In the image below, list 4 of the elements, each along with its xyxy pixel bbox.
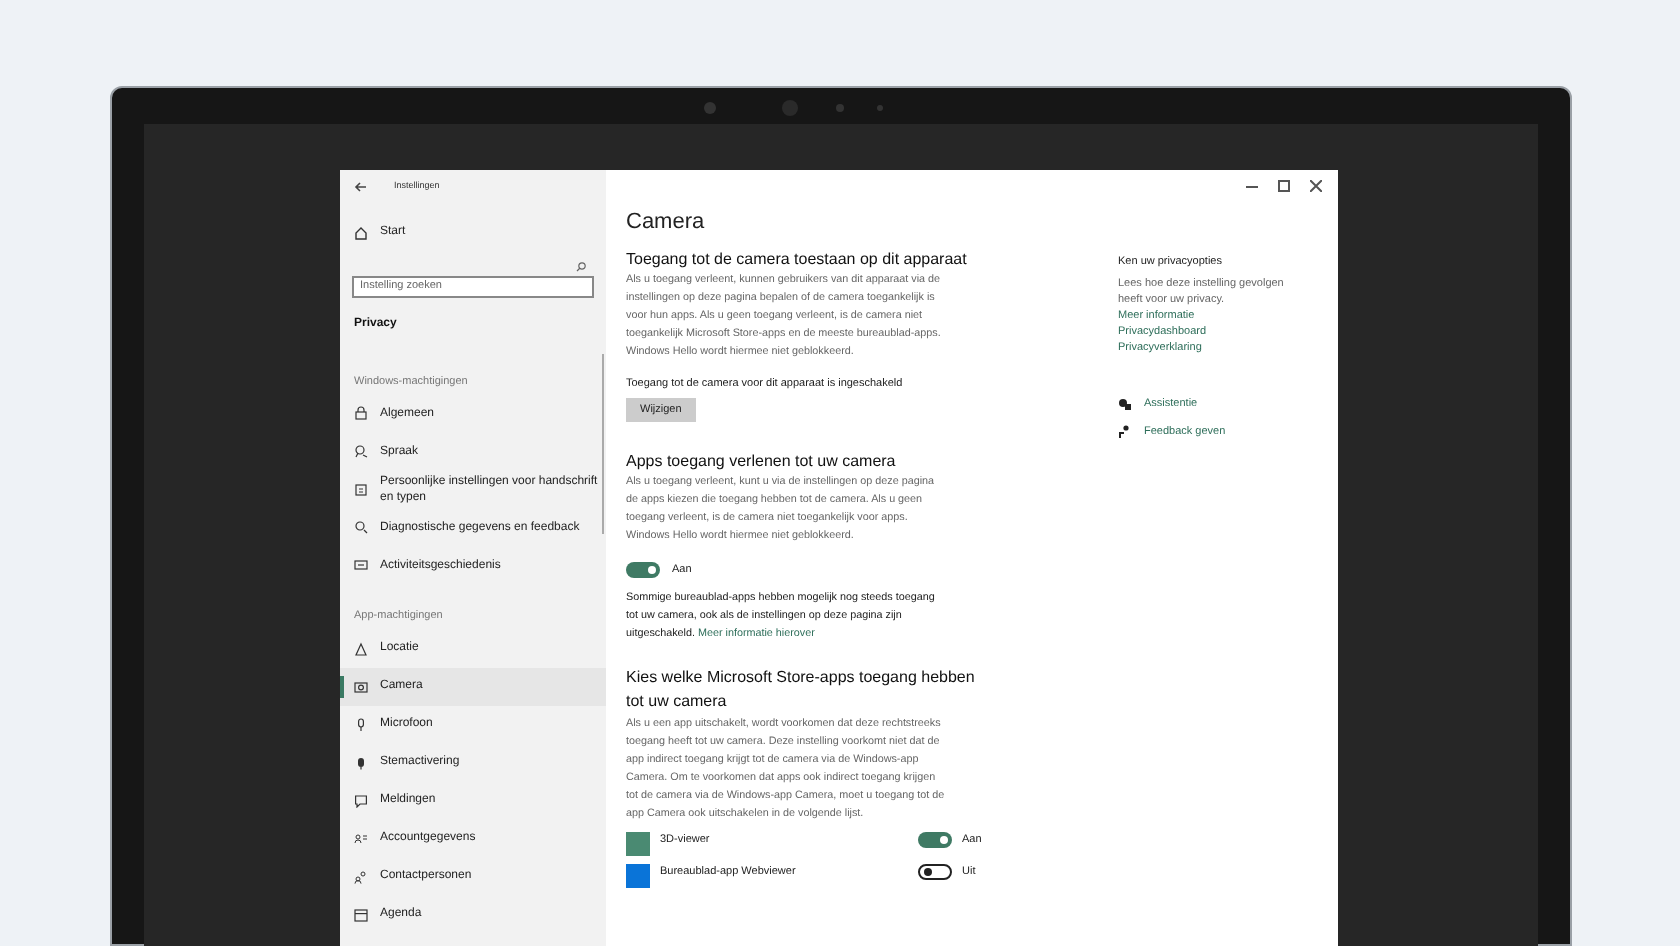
section-heading: Apps toegang verlenen tot uw camera [626,449,898,474]
section-heading: Toegang tot de camera toestaan op dit apparaat [626,247,969,271]
page-title: Camera [626,208,707,238]
section-heading: Kies welke Microsoft Store-apps toegang hebben tot uw camera [626,666,977,714]
